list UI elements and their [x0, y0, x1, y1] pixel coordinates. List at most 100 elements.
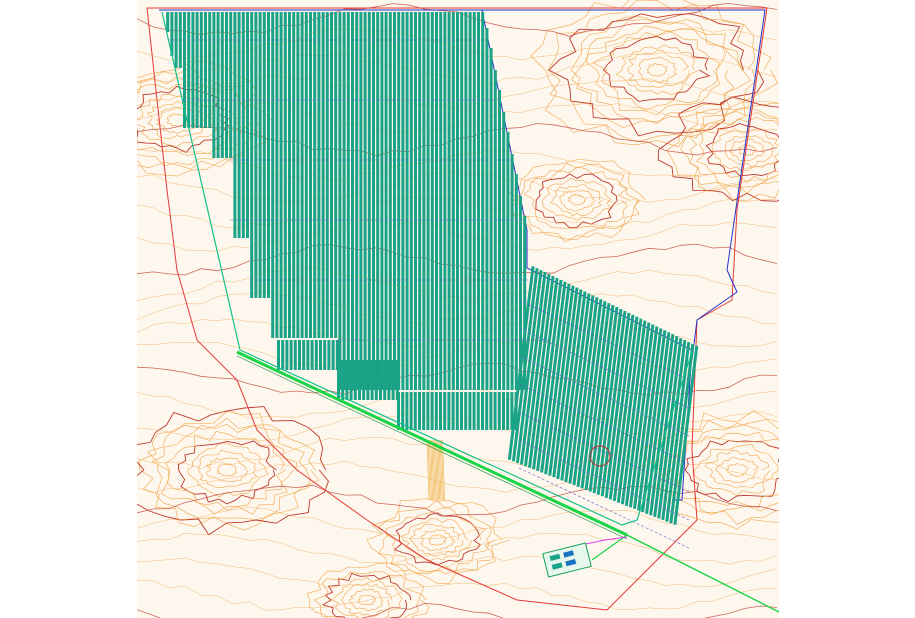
pv-array-row	[430, 392, 434, 430]
pv-array-row	[338, 12, 342, 390]
pv-array-row	[422, 392, 426, 430]
pv-array-row	[418, 12, 422, 390]
contour-line	[725, 463, 748, 477]
pv-array-row	[314, 340, 318, 370]
pv-array-row	[447, 12, 451, 390]
pv-array-row	[485, 392, 489, 430]
pv-array-row	[325, 12, 329, 338]
pv-array-row	[372, 12, 375, 390]
contour-line	[146, 417, 311, 521]
contour-line	[386, 506, 489, 573]
contour-line	[137, 602, 778, 618]
pv-array-row	[300, 12, 304, 338]
contour-line	[705, 449, 770, 489]
pv-array-row	[199, 12, 203, 128]
site-plan-svg	[137, 0, 779, 618]
pv-array-row	[262, 12, 266, 298]
pv-array-row	[258, 12, 262, 298]
pv-array-row	[292, 12, 296, 338]
pv-array-row	[506, 132, 510, 390]
pv-array-row	[208, 12, 212, 128]
pv-array-row	[426, 392, 430, 430]
pv-array-row	[435, 12, 438, 390]
pv-array-row	[430, 12, 434, 390]
pv-array-row	[166, 12, 170, 32]
pv-array-row	[434, 392, 438, 430]
site-plan-drawing	[137, 0, 779, 618]
pv-array-row	[246, 12, 249, 238]
pv-array-row	[296, 12, 300, 338]
pv-array-row	[330, 12, 333, 338]
pv-array-row	[283, 12, 287, 338]
pv-array-row	[366, 360, 370, 400]
pv-array-row	[477, 12, 480, 390]
pv-array-row	[379, 360, 382, 400]
contour-line	[535, 173, 619, 228]
pv-array-row	[460, 392, 463, 430]
pv-array-row	[195, 12, 199, 128]
pv-array-row	[468, 392, 472, 430]
pv-array-row	[288, 12, 291, 338]
contour-line	[657, 96, 779, 202]
pv-array-row	[476, 392, 480, 430]
pv-array-row	[321, 12, 325, 338]
pv-array-row	[359, 12, 363, 390]
pv-array-row	[346, 12, 350, 390]
pv-array-row	[374, 360, 378, 400]
pv-array-row	[220, 12, 224, 158]
pv-array-row	[387, 360, 391, 400]
contour-line	[400, 518, 472, 561]
pv-array-row	[468, 12, 472, 390]
pv-array-row	[279, 12, 283, 338]
pv-array-row	[481, 12, 485, 390]
contour-line	[548, 13, 765, 137]
substation-block-icon	[542, 542, 592, 578]
contour-line	[420, 528, 456, 552]
pv-array-row	[345, 360, 349, 400]
pv-array-row	[334, 12, 338, 338]
pv-array-row	[367, 12, 371, 390]
pv-array-row	[380, 12, 384, 390]
contour-line	[646, 62, 667, 77]
pv-array-row	[397, 392, 400, 430]
pv-array-row	[422, 12, 426, 390]
pv-array-row	[281, 340, 285, 370]
access-road	[236, 350, 779, 613]
pv-array-row	[293, 340, 297, 370]
pv-array-row	[460, 12, 464, 390]
pv-array-row	[502, 392, 505, 430]
contour-line	[508, 159, 646, 243]
pv-array-row	[353, 360, 357, 400]
contour-line	[725, 135, 774, 168]
pv-array-row	[304, 12, 308, 338]
pv-array-row	[250, 12, 254, 298]
pv-array-row	[418, 392, 421, 430]
pv-array-row	[302, 340, 306, 370]
contour-line	[666, 102, 779, 202]
pv-array-row	[498, 90, 501, 390]
pv-array-row	[455, 392, 459, 430]
pv-array-row	[362, 360, 366, 400]
pv-array-row	[443, 12, 447, 390]
pv-array-row	[383, 360, 387, 400]
pv-array-row	[443, 392, 447, 430]
pv-array-row	[285, 340, 289, 370]
contour-line	[137, 532, 778, 565]
pv-array-row	[229, 12, 233, 158]
pv-array-row	[451, 12, 455, 390]
contour-line	[559, 189, 595, 212]
pv-array-row	[212, 12, 216, 158]
pv-array-row	[187, 12, 191, 128]
pv-array-row	[502, 112, 506, 390]
pv-array-row	[351, 12, 354, 390]
pv-array-row	[355, 12, 359, 390]
pv-array-row	[376, 12, 380, 390]
pv-array-row	[464, 12, 468, 390]
pv-array-row	[277, 340, 280, 370]
contour-line	[428, 534, 447, 546]
pv-array-row	[317, 12, 321, 338]
contour-line	[137, 580, 778, 611]
pv-array-row	[409, 392, 413, 430]
contour-line	[357, 594, 376, 605]
pv-array-row	[349, 360, 353, 400]
